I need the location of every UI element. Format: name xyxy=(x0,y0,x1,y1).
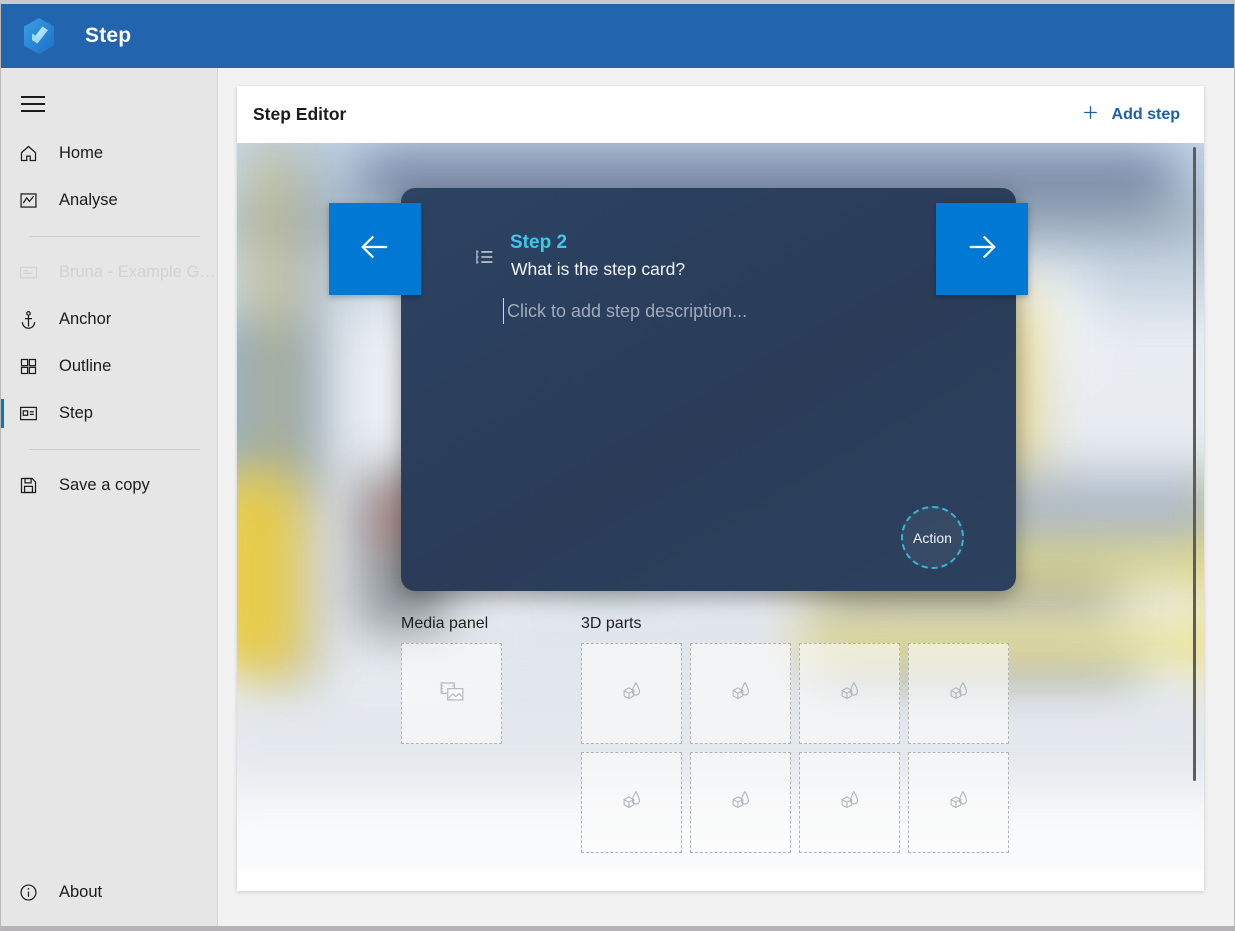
sidebar-nav-list: Home Analyse xyxy=(1,130,218,509)
sidebar-item-home[interactable]: Home xyxy=(1,130,218,177)
sidebar-item-anchor[interactable]: Anchor xyxy=(1,296,218,343)
guides-hexagon-logo-icon xyxy=(17,14,61,58)
step-editor-toolbar: Step Editor Add step xyxy=(237,86,1204,143)
sidebar-item-outline[interactable]: Outline xyxy=(1,343,218,390)
action-button[interactable]: Action xyxy=(901,506,964,569)
sidebar-item-about-container: About xyxy=(1,869,218,916)
part-drop-tile[interactable] xyxy=(799,643,900,744)
sidebar-item-step[interactable]: Step xyxy=(1,390,218,437)
step-number-label: Step 2 xyxy=(510,232,567,254)
part-drop-tile[interactable] xyxy=(690,752,791,853)
sidebar-item-label: About xyxy=(59,883,102,902)
3d-part-icon xyxy=(618,786,646,819)
parts-grid xyxy=(581,643,1009,853)
step-card: Step 2 What is the step card? Click to a… xyxy=(401,188,1016,591)
stage-scrollbar[interactable] xyxy=(1188,143,1200,870)
previous-step-button[interactable] xyxy=(329,203,421,295)
part-drop-tile[interactable] xyxy=(690,643,791,744)
3d-part-icon xyxy=(727,786,755,819)
3d-part-icon xyxy=(618,677,646,710)
part-drop-tile[interactable] xyxy=(581,752,682,853)
sidebar-item-guide-name: Bruna - Example Gui... xyxy=(1,249,218,296)
step-card-icon xyxy=(15,401,41,427)
info-icon xyxy=(15,880,41,906)
part-drop-tile[interactable] xyxy=(799,752,900,853)
add-step-button[interactable]: Add step xyxy=(1071,97,1190,133)
outline-icon xyxy=(15,354,41,380)
page-title: Step Editor xyxy=(253,104,346,125)
hamburger-menu-icon[interactable] xyxy=(15,81,65,127)
plus-icon xyxy=(1081,103,1100,127)
sidebar-divider-top xyxy=(29,236,200,237)
sidebar-item-label: Bruna - Example Gui... xyxy=(59,263,218,282)
parts-panel-group: 3D parts xyxy=(581,615,1009,853)
bullet-list-icon xyxy=(474,246,496,273)
arrow-left-icon xyxy=(354,226,396,273)
step-description-input[interactable]: Click to add step description... xyxy=(503,298,747,324)
next-step-button[interactable] xyxy=(936,203,1028,295)
media-panel-heading: Media panel xyxy=(401,615,581,633)
panels-row: Media panel xyxy=(401,615,1009,853)
main-content: Step Editor Add step xyxy=(219,68,1234,930)
3d-part-icon xyxy=(945,677,973,710)
application-window: Step Home xyxy=(0,0,1235,931)
app-title: Step xyxy=(85,24,131,48)
part-drop-tile[interactable] xyxy=(908,643,1009,744)
sidebar-divider-bottom xyxy=(29,449,200,450)
media-image-icon xyxy=(437,676,467,711)
sidebar-item-label: Save a copy xyxy=(59,476,150,495)
action-label: Action xyxy=(913,530,952,546)
3d-part-icon xyxy=(836,677,864,710)
analyse-icon xyxy=(15,188,41,214)
part-drop-tile[interactable] xyxy=(581,643,682,744)
3d-part-icon xyxy=(836,786,864,819)
sidebar-item-label: Analyse xyxy=(59,191,118,210)
sidebar-item-label: Home xyxy=(59,144,103,163)
sidebar-item-label: Step xyxy=(59,404,93,423)
media-drop-tile[interactable] xyxy=(401,643,502,744)
sidebar-item-about[interactable]: About xyxy=(1,869,218,916)
step-title-text[interactable]: What is the step card? xyxy=(511,259,685,280)
sidebar-item-analyse[interactable]: Analyse xyxy=(1,177,218,224)
step-stage: Step 2 What is the step card? Click to a… xyxy=(237,143,1204,870)
parts-panel-heading: 3D parts xyxy=(581,615,1009,633)
arrow-right-icon xyxy=(961,226,1003,273)
home-icon xyxy=(15,141,41,167)
title-bar: Step xyxy=(1,4,1234,68)
anchor-icon xyxy=(15,307,41,333)
add-step-label: Add step xyxy=(1112,106,1180,124)
step-editor-card: Step Editor Add step xyxy=(237,86,1204,891)
3d-part-icon xyxy=(727,677,755,710)
stage-scrollbar-thumb[interactable] xyxy=(1193,147,1196,781)
3d-part-icon xyxy=(945,786,973,819)
sidebar-item-save-a-copy[interactable]: Save a copy xyxy=(1,462,218,509)
document-icon xyxy=(15,260,41,286)
sidebar-item-label: Outline xyxy=(59,357,111,376)
part-drop-tile[interactable] xyxy=(908,752,1009,853)
media-panel-group: Media panel xyxy=(401,615,581,853)
sidebar: Home Analyse xyxy=(1,68,218,930)
sidebar-item-label: Anchor xyxy=(59,310,111,329)
save-icon xyxy=(15,473,41,499)
